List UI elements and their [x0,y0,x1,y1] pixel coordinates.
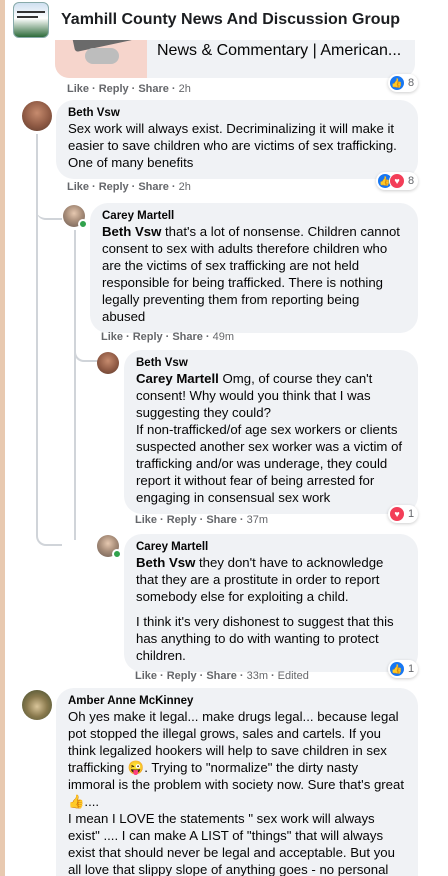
link-title[interactable]: News & Commentary | American... [157,42,407,60]
like-link[interactable]: Like [67,83,89,95]
comment-author[interactable]: Beth Vsw [68,107,406,119]
comment-bubble: Carey Martell Beth Vsw that's a lot of n… [90,203,418,333]
comment-author[interactable]: Carey Martell [136,541,406,553]
heart-icon: ♥ [389,173,405,189]
comment-text: Sex work will always exist. Decriminaliz… [68,121,397,170]
avatar[interactable] [22,690,52,720]
online-status-icon [78,219,88,229]
group-logo[interactable] [13,2,49,38]
comment-actions: Like · Reply · Share · 2h [67,181,191,193]
reply-link[interactable]: Reply [99,181,129,193]
like-link[interactable]: Like [67,181,89,193]
comment-time[interactable]: 2h [179,83,191,95]
comment-text: Carey Martell Omg, of course they can't … [136,371,403,505]
thread-line [74,230,76,540]
share-link[interactable]: Share [206,670,237,682]
mention-link[interactable]: Beth Vsw [102,224,161,239]
share-link[interactable]: Share [138,83,169,95]
reaction-summary[interactable]: 👍 1 [388,660,419,678]
reply-link[interactable]: Reply [99,83,129,95]
comment-text: Beth Vsw they don't have to acknowledge … [136,555,394,663]
avatar[interactable] [22,101,52,131]
comment-author[interactable]: Amber Anne McKinney [68,695,406,707]
share-link[interactable]: Share [172,331,203,343]
comment-bubble: Beth Vsw Sex work will always exist. Dec… [56,100,418,179]
reaction-summary[interactable]: 👍 8 [388,74,419,92]
thumbs-up-icon: 👍 [389,75,405,91]
reaction-summary[interactable]: 👍 ♥ 8 [376,172,419,190]
reply-link[interactable]: Reply [167,514,197,526]
comment-bubble: Carey Martell Beth Vsw they don't have t… [124,534,418,672]
comment-bubble: Amber Anne McKinney Oh yes make it legal… [56,688,418,876]
thread-branch [74,330,98,362]
thumbs-up-icon: 👍 [389,661,405,677]
mention-link[interactable]: Beth Vsw [136,555,195,570]
like-link[interactable]: Like [135,514,157,526]
avatar[interactable] [97,352,119,374]
comment-time[interactable]: 37m [247,514,268,526]
comment-actions: Like · Reply · Share · 37m [135,514,268,526]
comment-author[interactable]: Beth Vsw [136,357,406,369]
comment-actions: Like · Reply · Share · 2h [67,83,191,95]
share-link[interactable]: Share [206,514,237,526]
comment-actions: Like · Reply · Share · 33m · Edited [135,670,309,682]
comment-actions: Like · Reply · Share · 49m [101,331,234,343]
comment-author[interactable]: Carey Martell [102,210,406,222]
share-link[interactable]: Share [138,181,169,193]
reply-link[interactable]: Reply [167,670,197,682]
comment-bubble: Beth Vsw Carey Martell Omg, of course th… [124,350,418,514]
reaction-summary[interactable]: ♥ 1 [388,505,419,523]
page-left-accent [0,0,5,876]
group-title[interactable]: Yamhill County News And Discussion Group [61,11,400,29]
heart-icon: ♥ [389,506,405,522]
group-header: Yamhill County News And Discussion Group [5,0,448,40]
like-link[interactable]: Like [135,670,157,682]
like-link[interactable]: Like [101,331,123,343]
thread-branch [36,500,62,546]
mention-link[interactable]: Carey Martell [136,371,219,386]
comment-time[interactable]: 2h [179,181,191,193]
online-status-icon [112,549,122,559]
comment-time[interactable]: 49m [213,331,234,343]
comment-text: Beth Vsw that's a lot of nonsense. Child… [102,224,400,324]
comment-time[interactable]: 33m [247,670,268,682]
reply-link[interactable]: Reply [133,331,163,343]
comment-text: Oh yes make it legal... make drugs legal… [68,709,405,876]
edited-label[interactable]: Edited [278,670,309,682]
